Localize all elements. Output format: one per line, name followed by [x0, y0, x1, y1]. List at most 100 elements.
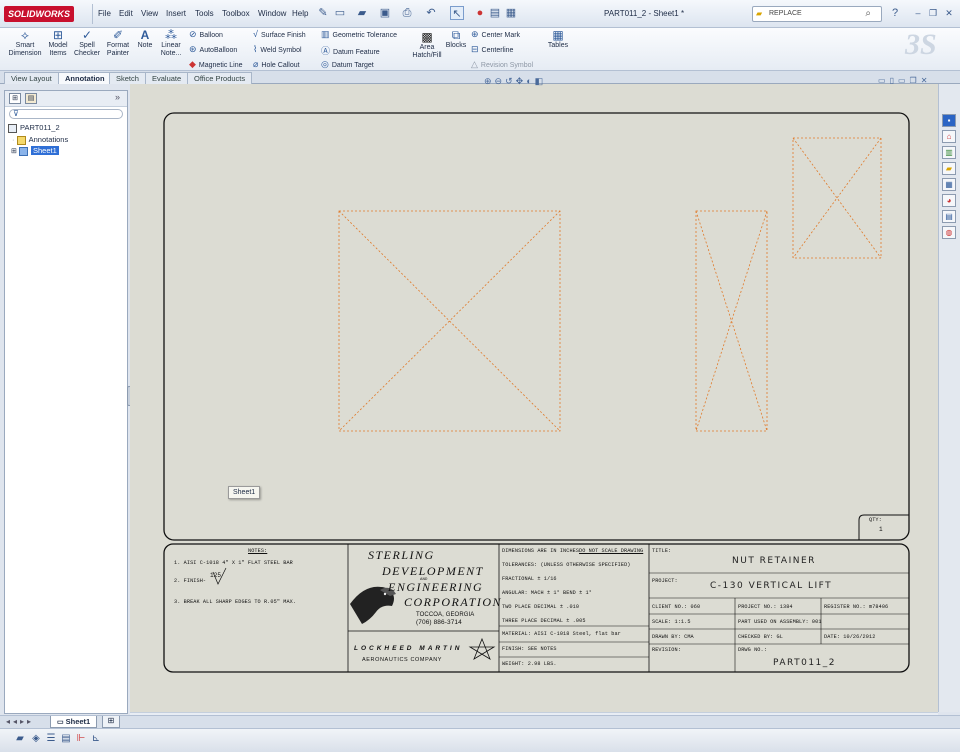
partner-name: LOCKHEED MARTIN: [354, 645, 463, 652]
three-place-tolerance: THREE PLACE DECIMAL ± .005: [502, 618, 586, 624]
new-document-icon[interactable]: ▭: [333, 6, 347, 20]
model-items-icon: ⊞: [52, 28, 64, 42]
file-explorer-icon[interactable]: ▰: [942, 162, 956, 175]
datum-target-button[interactable]: ◎ Datum Target: [321, 59, 374, 70]
tab-sketch[interactable]: Sketch: [109, 72, 146, 84]
expand-icon[interactable]: ⊞: [11, 148, 17, 155]
design-library-icon[interactable]: ▥: [942, 146, 956, 159]
layer-icon[interactable]: ◈: [30, 733, 42, 745]
material-field: MATERIAL: AISI C-1018 Steel, flat bar: [502, 631, 621, 637]
menu-edit[interactable]: Edit: [119, 9, 133, 18]
model-items-button[interactable]: ⊞ Model Items: [44, 29, 72, 58]
command-manager: ⟡ Smart Dimension ⊞ Model Items ✓ Spell Che…: [0, 28, 960, 71]
rebuild-icon[interactable]: ●: [473, 6, 487, 20]
format-painter-button[interactable]: ✐ Format Painter: [103, 29, 133, 58]
blocks-button[interactable]: ⧉ Blocks: [444, 29, 468, 50]
centerline-icon: ⊟: [471, 44, 479, 54]
magnet-icon: ◆: [189, 59, 196, 69]
line-style-icon[interactable]: ⊩: [75, 733, 87, 745]
appearances-icon[interactable]: ◕: [942, 194, 956, 207]
expand-panel-icon[interactable]: »: [115, 92, 120, 102]
company-line-2: DEVELOPMENT: [382, 564, 484, 578]
add-sheet-icon[interactable]: ⊞: [102, 716, 120, 728]
revision-field: REVISION:: [652, 647, 681, 653]
revision-symbol-button[interactable]: △ Revision Symbol: [471, 59, 533, 70]
centerline-button[interactable]: ⊟ Centerline: [471, 44, 513, 55]
feature-tree-tab-icon[interactable]: ⊞: [9, 93, 21, 104]
menu-window[interactable]: Window: [258, 9, 286, 18]
restore-icon[interactable]: ❐: [926, 6, 940, 20]
area-hatch-button[interactable]: ▩ Area Hatch/Fill: [408, 31, 446, 60]
surface-finish-button[interactable]: √ Surface Finish: [253, 29, 306, 39]
weld-symbol-button[interactable]: ⌇ Weld Symbol: [253, 44, 302, 55]
property-manager-tab-icon[interactable]: ▤: [25, 93, 37, 104]
hole-callout-button[interactable]: ⌀ Hole Callout: [253, 59, 300, 70]
menu-insert[interactable]: Insert: [166, 9, 186, 18]
save-icon[interactable]: ▣: [378, 6, 392, 20]
drawn-by-field: DRAWN BY: CMA: [652, 634, 694, 640]
tab-evaluate[interactable]: Evaluate: [145, 72, 189, 84]
close-icon[interactable]: ✕: [942, 6, 956, 20]
qty-value: 1: [879, 526, 883, 533]
menu-view[interactable]: View: [141, 9, 158, 18]
file-properties-icon[interactable]: ▤: [488, 6, 502, 20]
drawing-no-value: PART011_2: [773, 658, 837, 668]
view-palette-icon[interactable]: ▦: [942, 178, 956, 191]
ds-watermark-icon: 3S: [905, 28, 937, 61]
datum-feature-button[interactable]: Ⓐ Datum Feature: [321, 44, 380, 57]
balloon-button[interactable]: ⊘ Balloon: [189, 29, 223, 40]
smart-dimension-button[interactable]: ⟡ Smart Dimension: [6, 29, 44, 58]
magnetic-line-button[interactable]: ◆ Magnetic Line: [189, 59, 243, 70]
pin-icon[interactable]: ✎: [316, 6, 330, 20]
home-icon[interactable]: ⌂: [942, 130, 956, 143]
line-format-icon[interactable]: ☰: [45, 733, 57, 745]
drawing-view-3[interactable]: [792, 137, 882, 259]
tables-button[interactable]: ▦ Tables: [544, 29, 572, 50]
tree-item-annotations[interactable]: · Annotations: [12, 135, 68, 145]
tab-office-products[interactable]: Office Products: [187, 72, 253, 84]
format-painter-icon: ✐: [112, 28, 124, 42]
project-value: C-130 VERTICAL LIFT: [710, 581, 833, 591]
print-icon[interactable]: ⎙: [400, 6, 414, 20]
undo-icon[interactable]: ↶: [424, 6, 438, 20]
spell-checker-button[interactable]: ✓ Spell Checker: [73, 29, 101, 58]
menu-help[interactable]: Help: [292, 9, 308, 18]
solidworks-logo[interactable]: SOLIDWORKS: [4, 6, 74, 22]
qty-box: [858, 514, 909, 540]
open-folder-icon[interactable]: ▰: [355, 6, 369, 20]
select-icon[interactable]: ↖: [450, 6, 464, 20]
center-mark-button[interactable]: ⊕ Center Mark: [471, 29, 520, 40]
sheet-tab-sheet1[interactable]: ▭ Sheet1: [50, 716, 98, 728]
open-icon[interactable]: ▰: [14, 733, 26, 745]
drawing-view-2[interactable]: [695, 210, 768, 432]
task-pane: ▪ ⌂ ▥ ▰ ▦ ◕ ▤ ◍: [938, 84, 960, 712]
search-box[interactable]: ▰ REPLACE ⌕: [752, 6, 882, 22]
sheet-nav-arrows-icon[interactable]: ◂◂▸▸: [6, 717, 34, 726]
options-icon[interactable]: ▦: [504, 6, 518, 20]
minimize-icon[interactable]: –: [911, 6, 925, 20]
register-no-field: REGISTER NO.: m78406: [824, 604, 889, 610]
search-icon[interactable]: ⌕: [865, 8, 871, 19]
menu-toolbox[interactable]: Toolbox: [222, 9, 250, 18]
line-thickness-icon[interactable]: ▤: [60, 733, 72, 745]
tab-view-layout[interactable]: View Layout: [4, 72, 59, 84]
linear-note-button[interactable]: ⁂ Linear Note...: [157, 29, 185, 58]
forum-icon[interactable]: ◍: [942, 226, 956, 239]
company-phone: (706) 886-3714: [416, 619, 462, 626]
hide-show-edges-icon[interactable]: ⊾: [90, 733, 102, 745]
help-icon[interactable]: ?: [888, 6, 902, 20]
tab-annotation[interactable]: Annotation: [58, 72, 112, 84]
tree-root[interactable]: PART011_2: [8, 123, 60, 133]
custom-properties-icon[interactable]: ▤: [942, 210, 956, 223]
solidworks-resources-icon[interactable]: ▪: [942, 114, 956, 127]
tree-item-sheet1[interactable]: ⊞ Sheet1: [11, 146, 59, 156]
menu-tools[interactable]: Tools: [195, 9, 214, 18]
drawing-view-1[interactable]: [338, 210, 561, 432]
autoballoon-button[interactable]: ⊛ AutoBalloon: [189, 44, 237, 55]
menu-file[interactable]: File: [98, 9, 111, 18]
note-button[interactable]: A Note: [134, 29, 156, 50]
search-input[interactable]: REPLACE: [769, 10, 802, 17]
geometric-tolerance-button[interactable]: ▥ Geometric Tolerance: [321, 29, 397, 40]
tree-filter-input[interactable]: ⊽: [9, 109, 123, 119]
client-no-field: CLIENT NO.: 060: [652, 604, 701, 610]
